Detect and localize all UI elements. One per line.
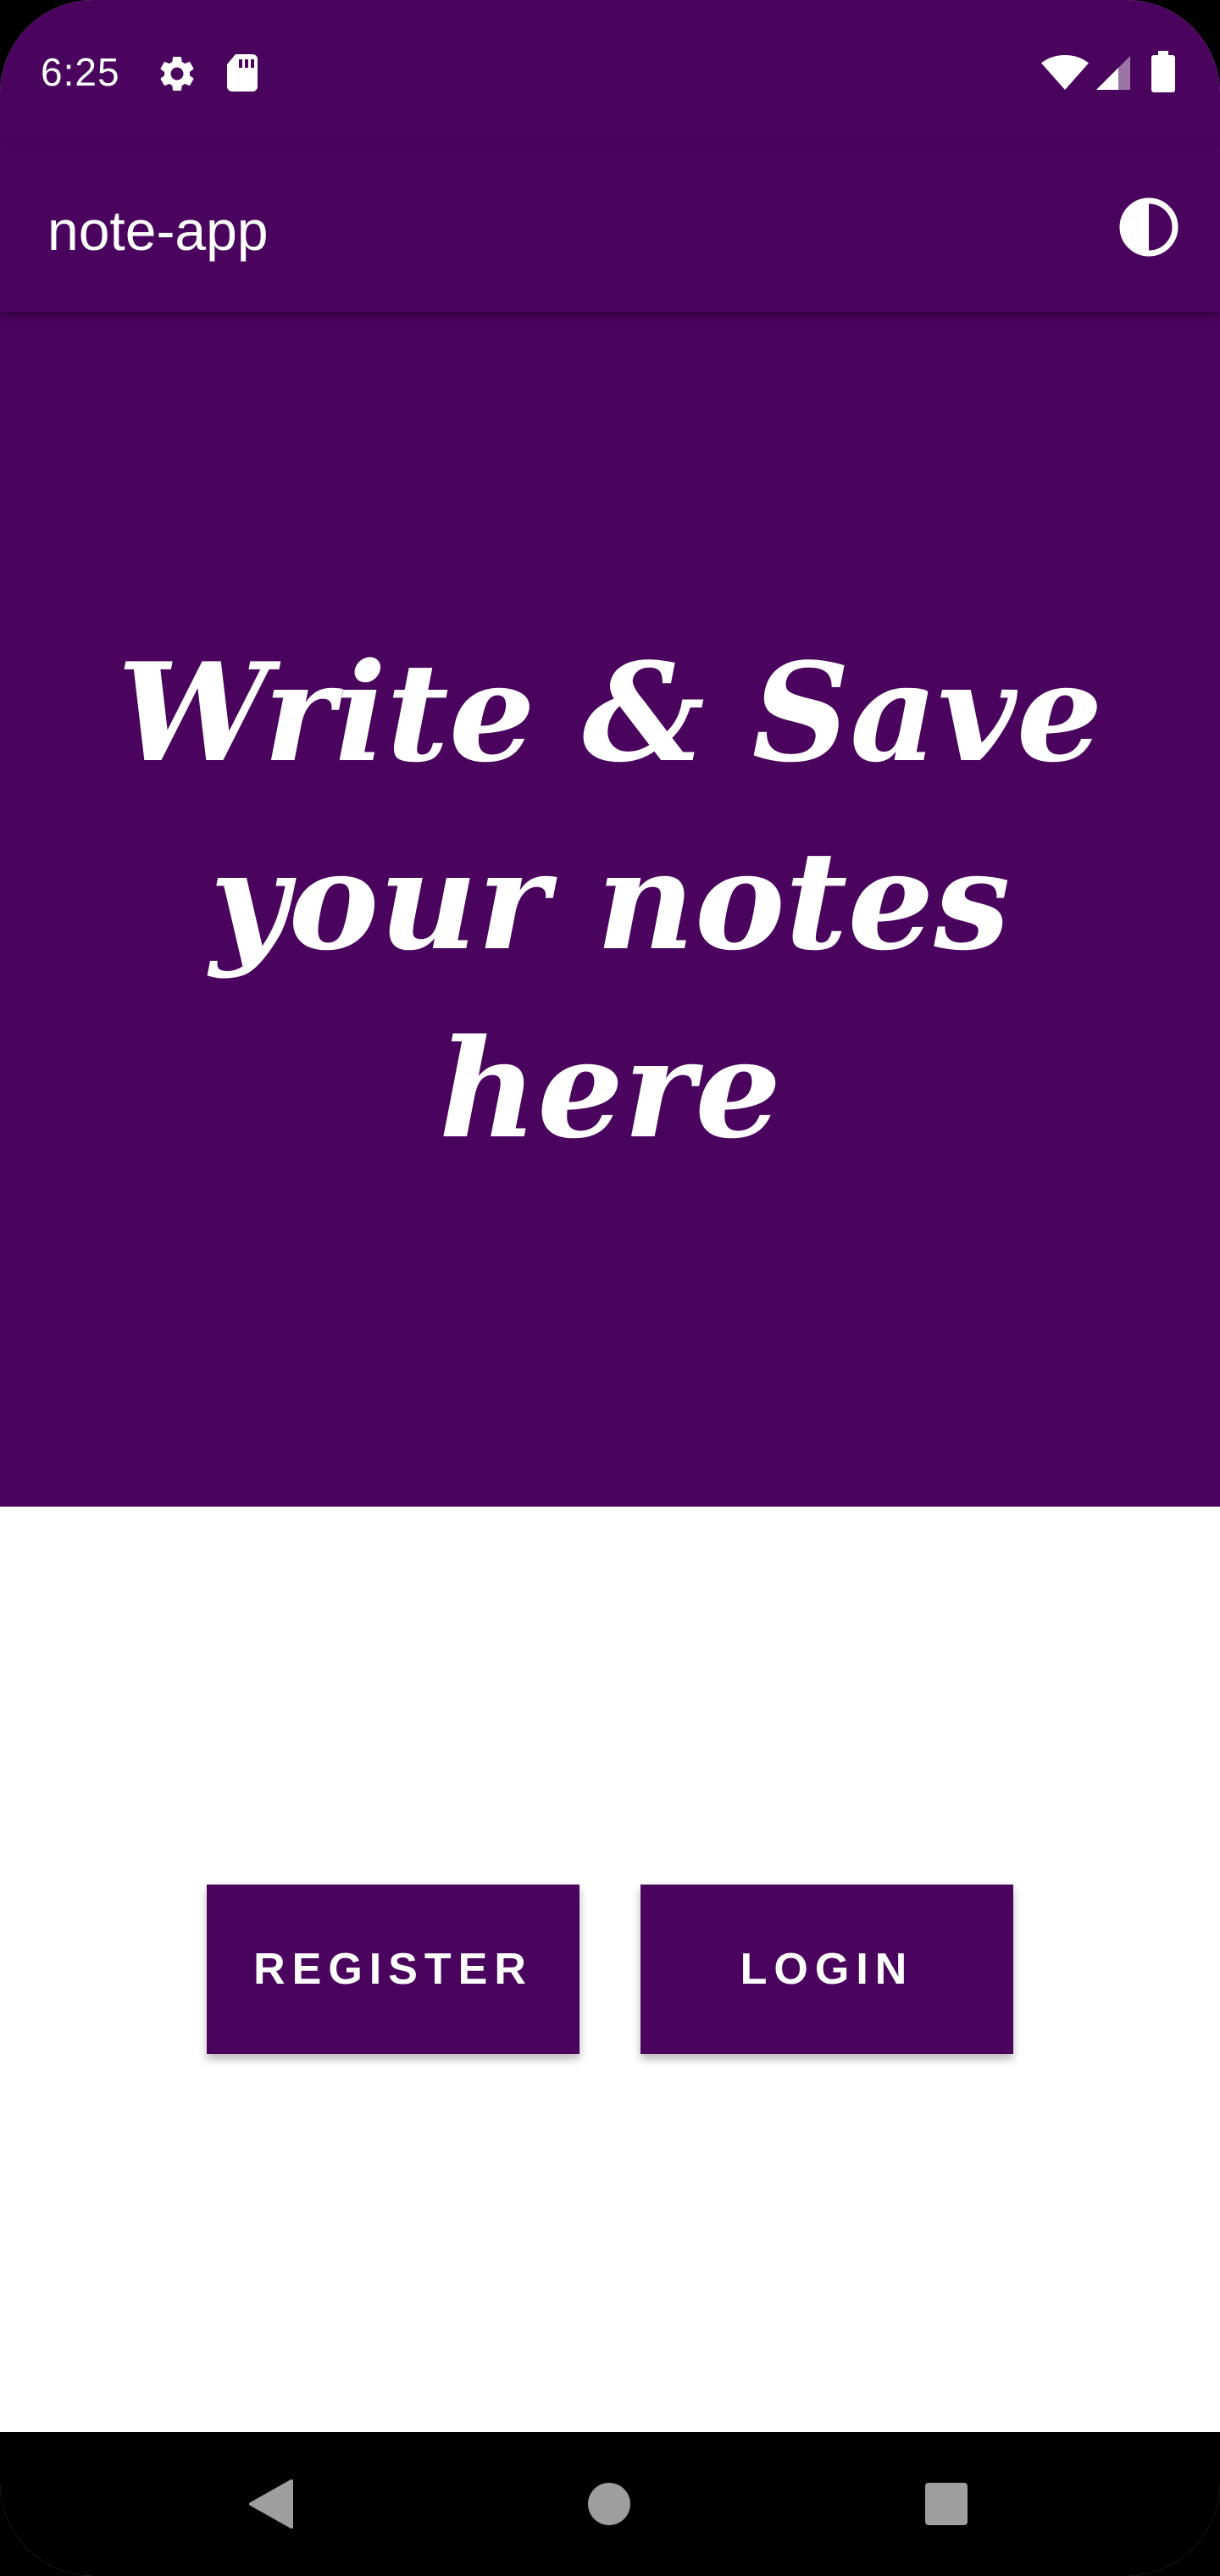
status-time: 6:25 [41,50,120,94]
battery-icon [1151,51,1176,97]
hero-banner: Write & Save your notes here [0,312,1220,1507]
app-screen: 6:25 note-app Write & Save your notes he… [0,0,1220,2576]
sd-card-icon [225,53,259,97]
contrast-icon[interactable] [1117,195,1181,259]
hero-headline: Write & Save your notes here [117,633,1103,1169]
app-title: note-app [47,199,269,262]
status-bar: 6:25 [0,0,1220,146]
cell-signal-icon [1095,54,1132,96]
app-bar: note-app [0,146,1220,312]
register-button[interactable]: REGISTER [207,1885,580,2054]
system-nav-bar [0,2432,1220,2576]
home-icon[interactable] [580,2474,639,2534]
login-button[interactable]: LOGIN [640,1885,1013,2054]
back-icon[interactable] [242,2474,302,2534]
settings-gear-icon [156,53,198,99]
wifi-icon [1040,54,1090,96]
recents-icon[interactable] [917,2474,976,2534]
